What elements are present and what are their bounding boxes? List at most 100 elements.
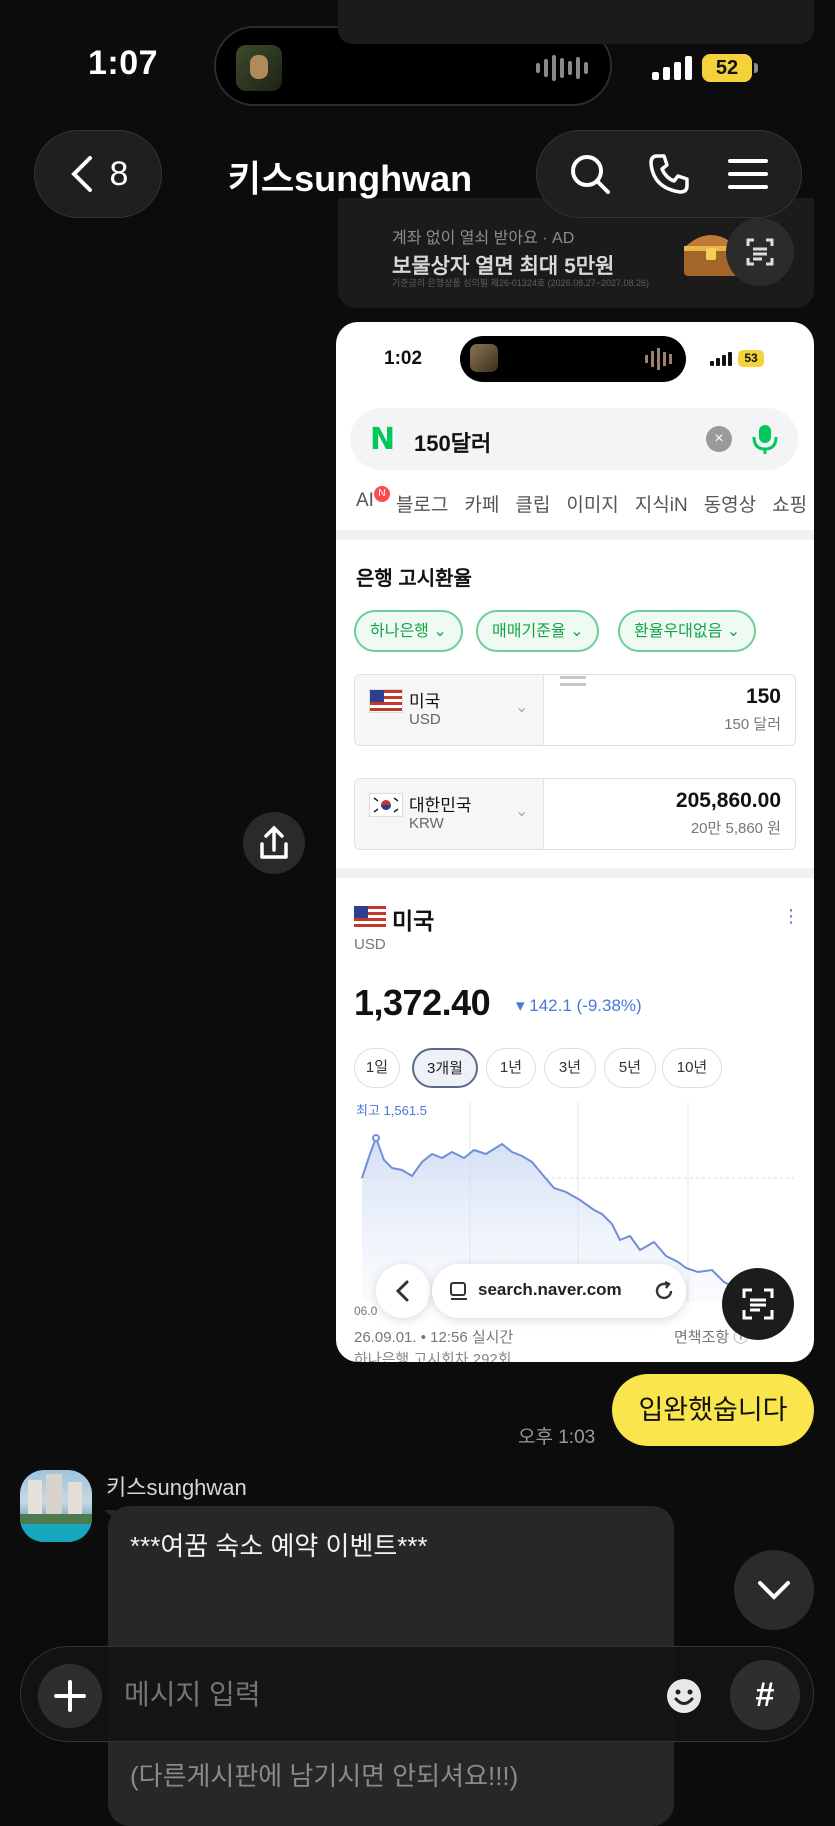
tab-video: 동영상 [703, 495, 757, 516]
rate-change: ▾ 142.1 (-9.38%) [516, 996, 642, 1015]
from-country: 미국 [409, 692, 441, 711]
header-tools [536, 130, 802, 218]
previous-message-ghost [338, 0, 814, 44]
from-value-words: 150 달러 [724, 716, 781, 733]
url-text: search.naver.com [478, 1280, 622, 1299]
to-currency-box: 대한민국 KRW ⌄ 205,860.00 20만 5,860 원 [354, 778, 796, 850]
ai-new-badge: N [374, 486, 390, 502]
period-3m: 3개월 [412, 1048, 478, 1088]
emoji-icon [667, 1679, 701, 1713]
naver-search-bar: N 150달러 × [350, 408, 798, 470]
screenshot-island-thumbnail [470, 344, 498, 372]
ad-fineprint: 기준금리 은행상품 심의필 제26-01324호 (2026.08.27~202… [392, 278, 650, 288]
search-icon[interactable] [568, 152, 612, 196]
section-divider [336, 530, 814, 540]
period-3y: 3년 [544, 1048, 596, 1088]
chip-rate-type: 매매기준율 ⌄ [476, 610, 600, 652]
chevron-left-icon [395, 1280, 409, 1302]
my-message-bubble[interactable]: 입완했숩니다 [612, 1374, 814, 1446]
section-title: 은행 고시환율 [356, 568, 472, 590]
kr-flag-icon [369, 793, 403, 817]
period-5y: 5년 [604, 1048, 656, 1088]
back-button[interactable]: 8 [34, 130, 162, 218]
cellular-signal-icon [652, 56, 692, 80]
friend-message-text-faded: (다른게시판에 남기시면 안되셔요!!!) [130, 1761, 519, 1791]
tab-ai: AI N [356, 486, 390, 517]
text-scan-icon [746, 238, 774, 266]
chevron-left-icon [70, 156, 92, 192]
message-time: 오후 1:03 [518, 1427, 596, 1448]
avatar[interactable] [20, 1470, 92, 1542]
chat-title: 키스sunghwan [227, 158, 473, 199]
tab-clip: 클립 [515, 495, 551, 516]
detail-country: 미국 [392, 908, 435, 934]
period-10y: 10년 [662, 1048, 722, 1088]
text-scan-button[interactable] [722, 1268, 794, 1340]
microphone-icon [752, 425, 778, 454]
avatar-image [20, 1474, 92, 1542]
section-divider [336, 868, 814, 878]
chevron-down-icon: ⌄ [570, 623, 584, 640]
tab-shopping: 쇼핑 [772, 495, 808, 516]
exchange-rate: 1,372.40 [354, 982, 491, 1023]
bubble-tail [104, 1510, 116, 1520]
period-1d: 1일 [354, 1048, 400, 1088]
tab-image: 이미지 [566, 495, 619, 516]
text-scan-button[interactable] [726, 218, 794, 286]
screenshot-waveform-icon [645, 348, 672, 370]
equals-icon [560, 676, 586, 686]
now-playing-thumbnail [236, 45, 282, 91]
chevron-down-icon [758, 1581, 790, 1600]
emoji-button[interactable] [652, 1664, 716, 1728]
chart-x-start: 06.0 [354, 1304, 378, 1318]
period-1y: 1년 [486, 1048, 536, 1088]
plus-icon [54, 1680, 86, 1712]
search-tabs: AI N 블로그 카페 클립 이미지 지식iN 동영상 쇼핑 [356, 486, 808, 517]
from-code: USD [409, 711, 441, 728]
chevron-down-icon: ⌄ [726, 623, 741, 640]
status-time: 1:07 [88, 44, 159, 82]
chevron-down-icon: ⌄ [433, 623, 447, 640]
hashtag-button[interactable]: # [730, 1660, 800, 1730]
us-flag-icon [369, 689, 403, 713]
reload-icon [655, 1280, 673, 1300]
screenshot-signal-icon [710, 352, 732, 366]
tab-blog: 블로그 [395, 495, 449, 516]
browser-back-button [376, 1264, 430, 1318]
page-icon [450, 1282, 467, 1300]
menu-icon[interactable] [726, 152, 770, 196]
screenshot-battery: 53 [738, 350, 764, 367]
tab-kin: 지식iN [634, 495, 688, 516]
attach-button[interactable] [38, 1664, 102, 1728]
ad-subtitle: 계좌 없이 열쇠 받아요 · AD [392, 230, 575, 247]
from-value: 150 [745, 685, 781, 708]
chevron-down-icon: ⌄ [515, 803, 529, 820]
sender-name: 키스sunghwan [106, 1475, 247, 1500]
detail-code: USD [354, 936, 386, 953]
to-value: 205,860.00 [675, 789, 781, 812]
audio-waveform-icon [536, 54, 588, 82]
share-icon [260, 825, 288, 859]
more-vertical-icon: ⋮ [782, 906, 800, 926]
scroll-down-button[interactable] [734, 1550, 814, 1630]
clear-icon: × [706, 426, 732, 452]
share-button[interactable] [243, 812, 305, 874]
naver-logo: N [370, 422, 396, 457]
browser-url-bar: search.naver.com [432, 1264, 686, 1318]
text-scan-icon [742, 1288, 774, 1320]
tab-cafe: 카페 [464, 495, 500, 516]
footer-update-time: 26.09.01. • 12:56 실시간 [354, 1329, 514, 1346]
battery-tip [754, 63, 758, 73]
search-query: 150달러 [414, 431, 492, 456]
chip-preferential: 환율우대없음 ⌄ [618, 610, 757, 652]
shared-screenshot-image[interactable]: 1:02 53 N 150달러 × AI N 블로그 카페 클립 이미지 지식iN… [336, 322, 814, 1362]
to-value-words: 20만 5,860 원 [690, 820, 781, 837]
friend-message-text: ***여꿈 숙소 예약 이벤트*** [130, 1531, 428, 1561]
phone-call-icon[interactable] [647, 152, 691, 196]
message-input[interactable] [122, 1678, 626, 1712]
screenshot-status-time: 1:02 [384, 348, 423, 369]
us-flag-icon [354, 906, 386, 928]
footer-round-note: 하나은행 고시회차 292회 [354, 1351, 512, 1362]
to-code: KRW [409, 815, 444, 832]
battery-indicator: 52 [702, 54, 752, 82]
